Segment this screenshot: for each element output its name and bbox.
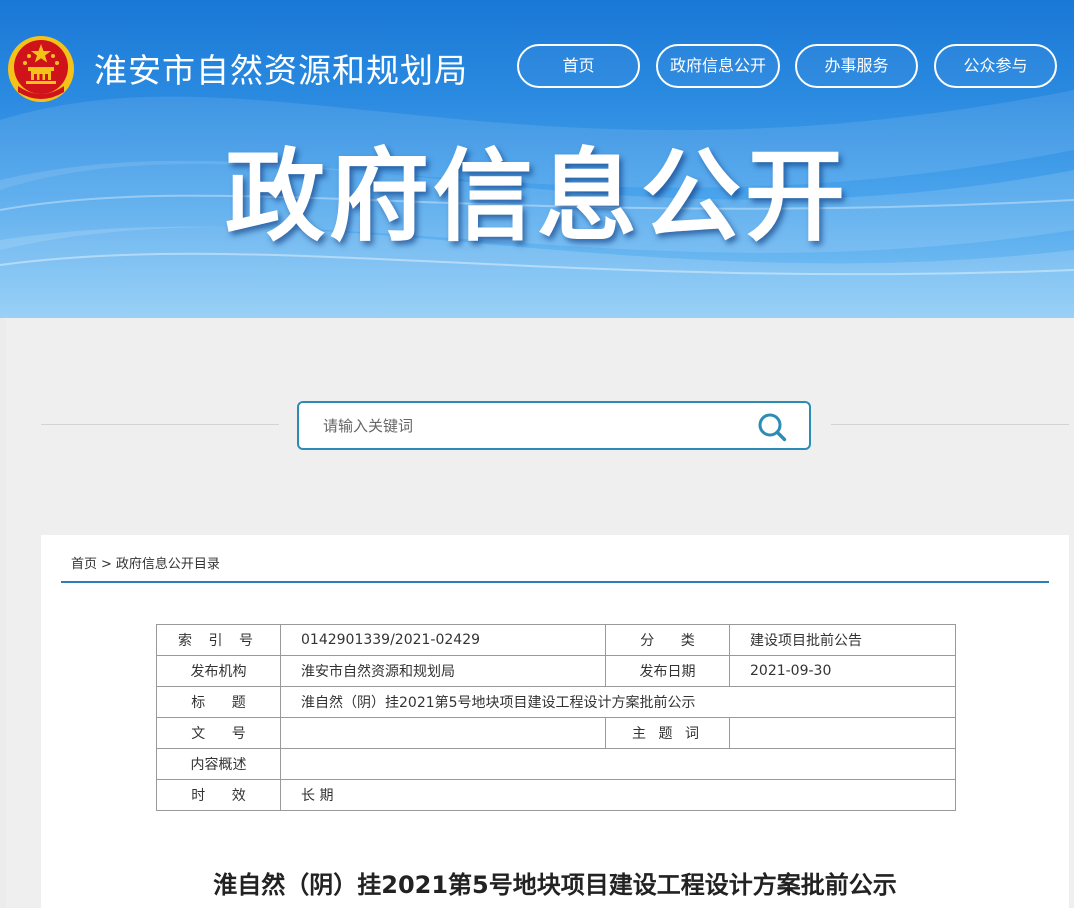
title-value: 淮自然（阴）挂2021第5号地块项目建设工程设计方案批前公示 — [280, 686, 956, 718]
article-title: 淮自然（阴）挂2021第5号地块项目建设工程设计方案批前公示 — [213, 871, 897, 899]
nav-home-button[interactable]: 首页 — [517, 44, 640, 88]
subject-label: 主 题 词 — [605, 717, 730, 749]
index-number-label: 索 引 号 — [156, 624, 281, 656]
national-emblem-icon — [8, 36, 74, 102]
table-row: 时 效 长 期 — [156, 779, 956, 811]
breadcrumb-current-link[interactable]: 政府信息公开目录 — [116, 553, 220, 572]
summary-value — [280, 748, 956, 780]
search-icon[interactable] — [757, 412, 787, 442]
document-number-label: 文 号 — [156, 717, 281, 749]
search-divider-left — [41, 424, 279, 425]
metadata-table: 索 引 号 0142901339/2021-02429 分 类 建设项目批前公告… — [156, 624, 956, 811]
site-title: 淮安市自然资源和规划局 — [94, 51, 468, 90]
validity-label: 时 效 — [156, 779, 281, 811]
table-row: 内容概述 — [156, 748, 956, 780]
breadcrumb: 首页 > 政府信息公开目录 — [71, 553, 220, 572]
table-row: 文 号 主 题 词 — [156, 717, 956, 749]
nav-gov-info-button[interactable]: 政府信息公开 — [656, 44, 780, 88]
nav-services-button[interactable]: 办事服务 — [795, 44, 918, 88]
nav-participation-button[interactable]: 公众参与 — [934, 44, 1057, 88]
table-row: 发布机构 淮安市自然资源和规划局 发布日期 2021-09-30 — [156, 655, 956, 687]
publish-date-value: 2021-09-30 — [729, 655, 956, 687]
breadcrumb-separator: > — [101, 557, 112, 572]
breadcrumb-rule — [61, 581, 1049, 583]
document-number-value — [280, 717, 606, 749]
title-label: 标 题 — [156, 686, 281, 718]
search-box — [297, 401, 811, 450]
index-number-value: 0142901339/2021-02429 — [280, 624, 606, 656]
header-banner: 淮安市自然资源和规划局 首页 政府信息公开 办事服务 公众参与 政府信息公开 — [0, 0, 1074, 318]
summary-label: 内容概述 — [156, 748, 281, 780]
publisher-label: 发布机构 — [156, 655, 281, 687]
table-row: 索 引 号 0142901339/2021-02429 分 类 建设项目批前公告 — [156, 624, 956, 656]
category-label: 分 类 — [605, 624, 730, 656]
table-row: 标 题 淮自然（阴）挂2021第5号地块项目建设工程设计方案批前公示 — [156, 686, 956, 718]
search-divider-right — [831, 424, 1069, 425]
publish-date-label: 发布日期 — [605, 655, 730, 687]
article-panel: 首页 > 政府信息公开目录 索 引 号 0142901339/2021-02429 … — [41, 535, 1069, 908]
subject-value — [729, 717, 956, 749]
publisher-value: 淮安市自然资源和规划局 — [280, 655, 606, 687]
validity-value: 长 期 — [280, 779, 956, 811]
search-input[interactable] — [323, 411, 743, 440]
category-value: 建设项目批前公告 — [729, 624, 956, 656]
hero-title: 政府信息公开 — [225, 138, 849, 255]
breadcrumb-home-link[interactable]: 首页 — [71, 553, 97, 572]
